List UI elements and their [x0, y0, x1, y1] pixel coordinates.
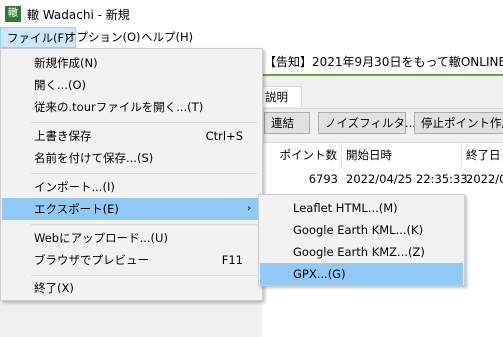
connect-button[interactable]: 連結: [264, 112, 310, 134]
menu-bar: ファイル(F) オプション(O) ヘルプ(H): [0, 27, 503, 49]
menu-item-open-legacy-tour[interactable]: 従来の.tourファイルを開く...(T): [2, 96, 261, 118]
submenu-arrow-icon: ›: [247, 203, 251, 214]
menu-item-save[interactable]: 上書き保存 Ctrl+S: [2, 125, 261, 147]
menu-item-new[interactable]: 新規作成(N): [2, 52, 261, 74]
menu-separator: [31, 224, 257, 225]
column-header-end-time[interactable]: 終了日: [462, 143, 503, 167]
menu-item-import[interactable]: インポート...(I): [2, 176, 261, 198]
menu-item-upload-web[interactable]: Webにアップロード...(U): [2, 227, 261, 249]
app-icon: 轍: [5, 6, 21, 22]
export-google-earth-kml[interactable]: Google Earth KML...(K): [260, 219, 463, 241]
export-gpx[interactable]: GPX...(G): [260, 263, 463, 285]
tab-strip: 説明: [262, 86, 503, 109]
menu-options[interactable]: オプション(O): [59, 27, 147, 48]
notice-banner: 【告知】2021年9月30日をもって轍ONLINEの: [262, 48, 503, 76]
menu-item-browser-preview[interactable]: ブラウザでプレビュー F11: [2, 249, 261, 271]
menu-separator: [31, 275, 257, 276]
shortcut-ctrl-s: Ctrl+S: [205, 129, 243, 143]
column-header-points[interactable]: ポイント数: [262, 143, 342, 167]
window-title: 轍 Wadachi - 新規: [27, 8, 130, 22]
cell-end-time[interactable]: 2022/0: [466, 170, 503, 188]
title-bar: 轍 轍 Wadachi - 新規: [0, 0, 503, 27]
export-leaflet-html[interactable]: Leaflet HTML...(M): [260, 197, 463, 219]
tab-description[interactable]: 説明: [262, 86, 302, 107]
export-google-earth-kmz[interactable]: Google Earth KMZ...(Z): [260, 241, 463, 263]
shortcut-f11: F11: [221, 253, 243, 267]
file-menu: 新規作成(N) 開く...(O) 従来の.tourファイルを開く...(T) 上…: [0, 48, 263, 301]
menu-help[interactable]: ヘルプ(H): [135, 27, 199, 48]
export-submenu: Leaflet HTML...(M) Google Earth KML...(K…: [258, 194, 465, 286]
menu-item-exit[interactable]: 終了(X): [2, 277, 261, 299]
column-header-start-time[interactable]: 開始日時: [342, 143, 462, 167]
noise-filter-button[interactable]: ノイズフィルタ...: [318, 112, 416, 134]
notice-text: 【告知】2021年9月30日をもって轍ONLINEの: [264, 55, 503, 69]
menu-item-save-as[interactable]: 名前を付けて保存...(S): [2, 147, 261, 169]
menu-item-export[interactable]: エクスポート(E) ›: [2, 198, 261, 220]
menu-separator: [31, 122, 257, 123]
menu-item-open[interactable]: 開く...(O): [2, 74, 261, 96]
cell-start-time[interactable]: 2022/04/25 22:35:33: [346, 170, 468, 188]
menu-separator: [31, 173, 257, 174]
cell-point-count[interactable]: 6793: [262, 170, 338, 188]
create-stop-point-button[interactable]: 停止ポイント作成: [414, 112, 503, 134]
